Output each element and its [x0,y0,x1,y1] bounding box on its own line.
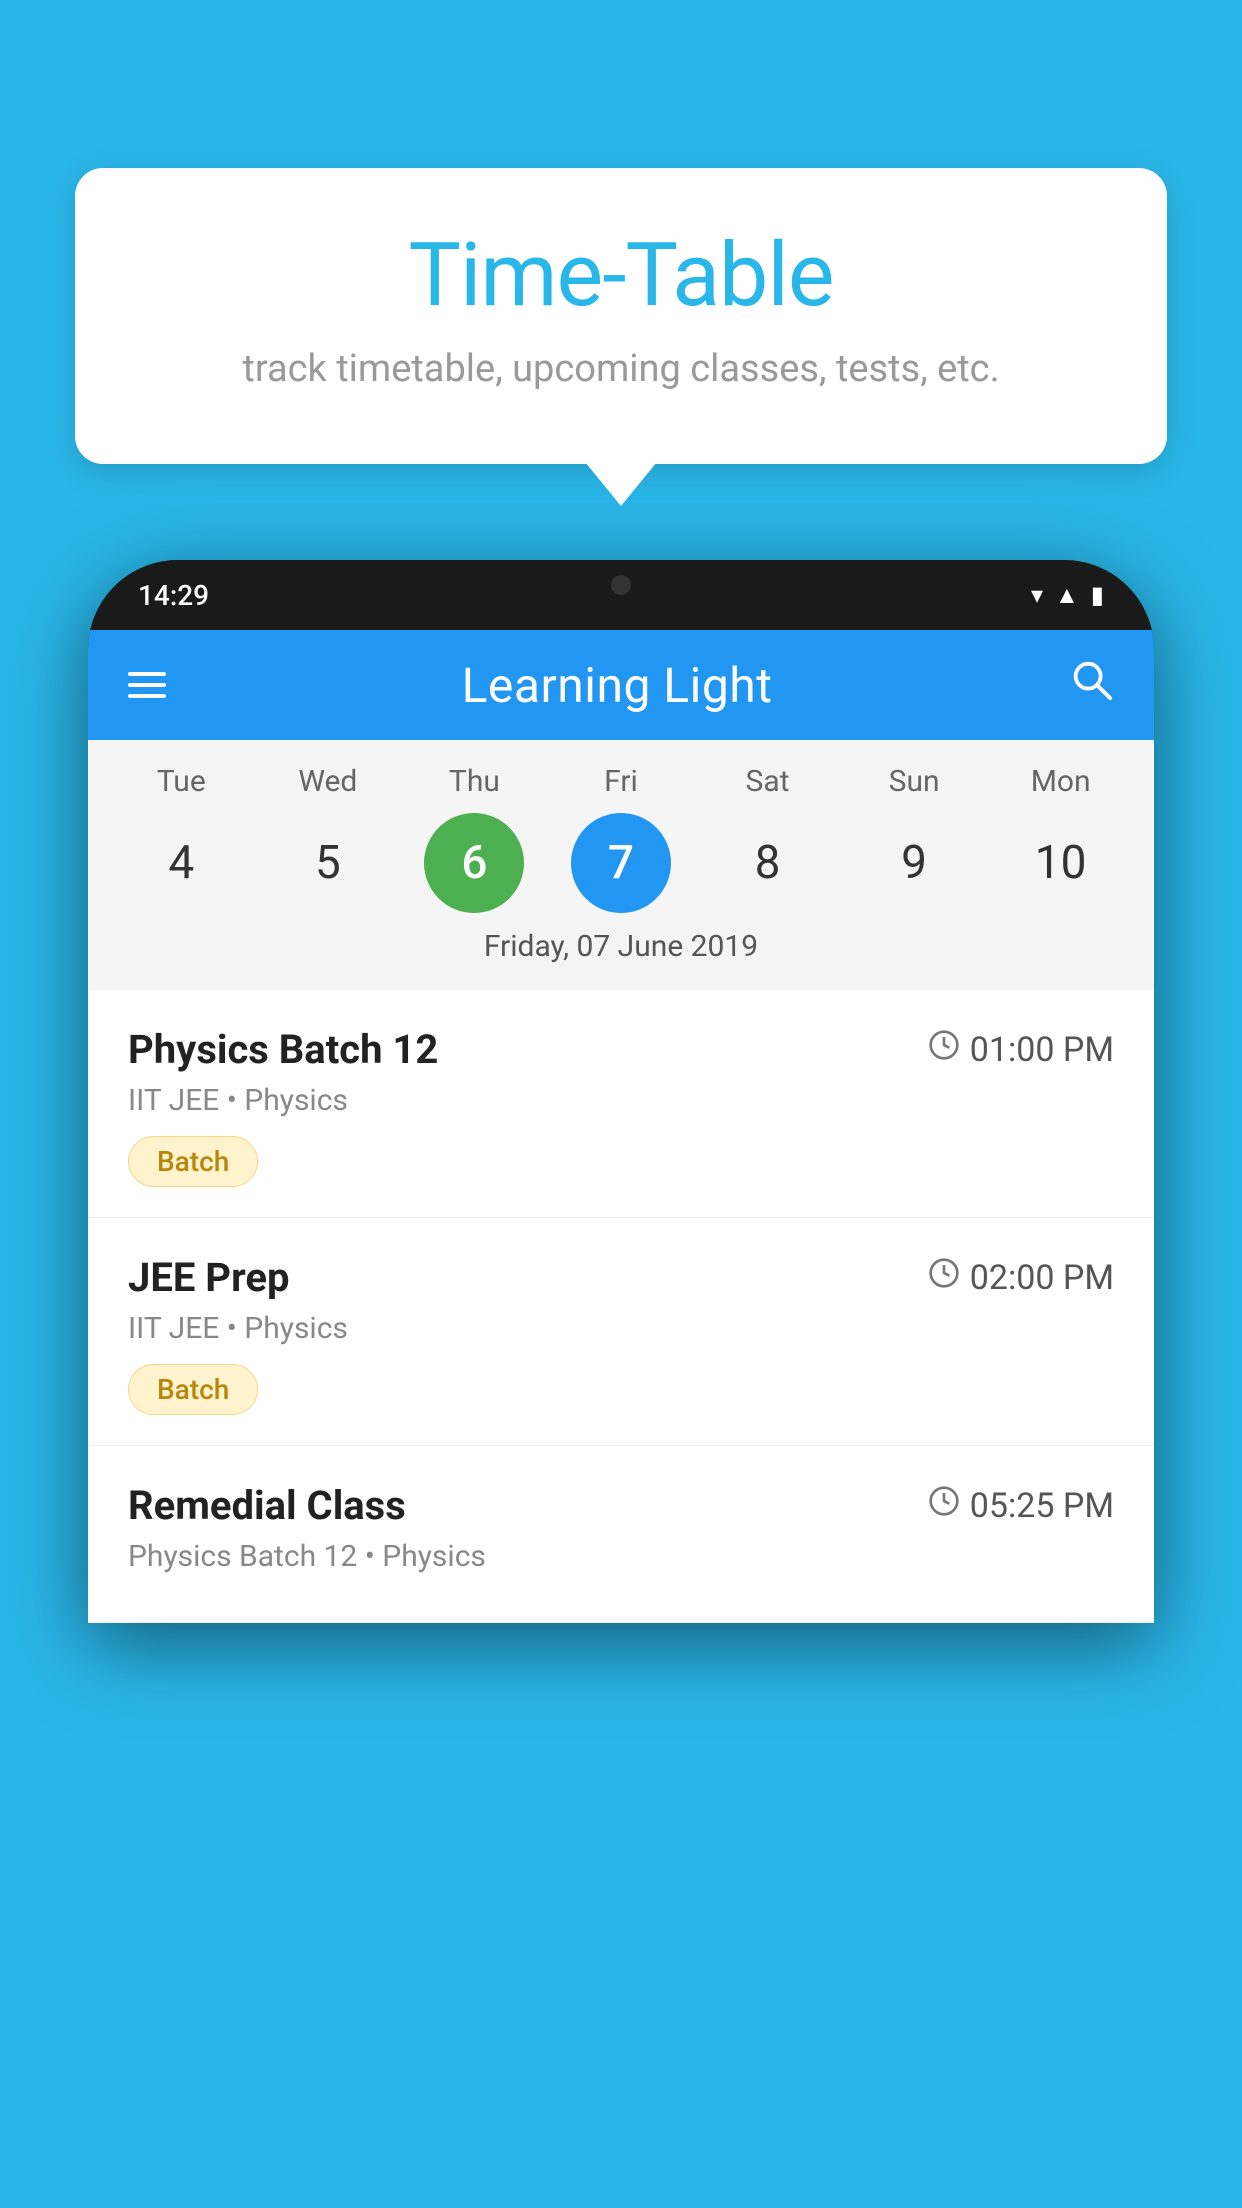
day-label-fri: Fri [571,764,671,799]
days-header: Tue Wed Thu Fri Sat Sun Mon [88,764,1154,799]
classes-list: Physics Batch 12 01:00 PM IIT JEE • Phys… [88,990,1154,1623]
class-sub-3: Physics Batch 12 • Physics [128,1539,1114,1574]
phone-notch [541,560,701,610]
wifi-icon: ▾ [1031,581,1043,609]
class-item-header-2: JEE Prep 02:00 PM [128,1254,1114,1301]
menu-line-1 [128,672,166,676]
clock-icon-3 [928,1485,960,1526]
phone-frame: 14:29 ▾ ▲ ▮ Learning Light [88,560,1154,1623]
day-9[interactable]: 9 [864,813,964,913]
batch-badge-1: Batch [128,1136,258,1187]
day-label-sun: Sun [864,764,964,799]
time-text-3: 05:25 PM [970,1486,1114,1526]
class-time-2: 02:00 PM [928,1257,1114,1298]
camera-dot [611,575,631,595]
status-bar: 14:29 ▾ ▲ ▮ [88,560,1154,630]
class-name-3: Remedial Class [128,1482,406,1529]
class-name-2: JEE Prep [128,1254,289,1301]
class-item-header-1: Physics Batch 12 01:00 PM [128,1026,1114,1073]
selected-date: Friday, 07 June 2019 [88,929,1154,980]
class-time-3: 05:25 PM [928,1485,1114,1526]
menu-line-2 [128,683,166,687]
tooltip-card: Time-Table track timetable, upcoming cla… [75,168,1167,464]
calendar-strip: Tue Wed Thu Fri Sat Sun Mon 4 5 6 7 8 9 … [88,740,1154,990]
app-title: Learning Light [462,657,773,714]
menu-button[interactable] [128,672,166,698]
app-header: Learning Light [88,630,1154,740]
day-label-thu: Thu [424,764,524,799]
class-item-3[interactable]: Remedial Class 05:25 PM Physics Batch 12… [88,1446,1154,1623]
class-time-1: 01:00 PM [928,1029,1114,1070]
day-6-today[interactable]: 6 [424,813,524,913]
day-10[interactable]: 10 [1011,813,1111,913]
class-item-header-3: Remedial Class 05:25 PM [128,1482,1114,1529]
tooltip-title: Time-Table [135,228,1107,325]
day-label-tue: Tue [131,764,231,799]
day-label-sat: Sat [718,764,818,799]
day-5[interactable]: 5 [278,813,378,913]
tooltip-subtitle: track timetable, upcoming classes, tests… [135,345,1107,394]
day-7-selected[interactable]: 7 [571,813,671,913]
clock-icon-1 [928,1029,960,1070]
class-item-2[interactable]: JEE Prep 02:00 PM IIT JEE • Physics Batc… [88,1218,1154,1446]
clock-icon-2 [928,1257,960,1298]
battery-icon: ▮ [1091,581,1104,609]
time-text-2: 02:00 PM [970,1258,1114,1298]
phone-container: 14:29 ▾ ▲ ▮ Learning Light [88,560,1154,2208]
day-label-mon: Mon [1011,764,1111,799]
signal-icon: ▲ [1055,581,1079,610]
menu-line-3 [128,694,166,698]
day-4[interactable]: 4 [131,813,231,913]
search-button[interactable] [1068,656,1114,714]
class-item-1[interactable]: Physics Batch 12 01:00 PM IIT JEE • Phys… [88,990,1154,1218]
class-name-1: Physics Batch 12 [128,1026,438,1073]
day-8[interactable]: 8 [718,813,818,913]
days-numbers: 4 5 6 7 8 9 10 [88,813,1154,913]
batch-badge-2: Batch [128,1364,258,1415]
time-text-1: 01:00 PM [970,1030,1114,1070]
status-time: 14:29 [138,579,209,612]
class-sub-2: IIT JEE • Physics [128,1311,1114,1346]
status-icons: ▾ ▲ ▮ [1031,581,1104,610]
day-label-wed: Wed [278,764,378,799]
class-sub-1: IIT JEE • Physics [128,1083,1114,1118]
